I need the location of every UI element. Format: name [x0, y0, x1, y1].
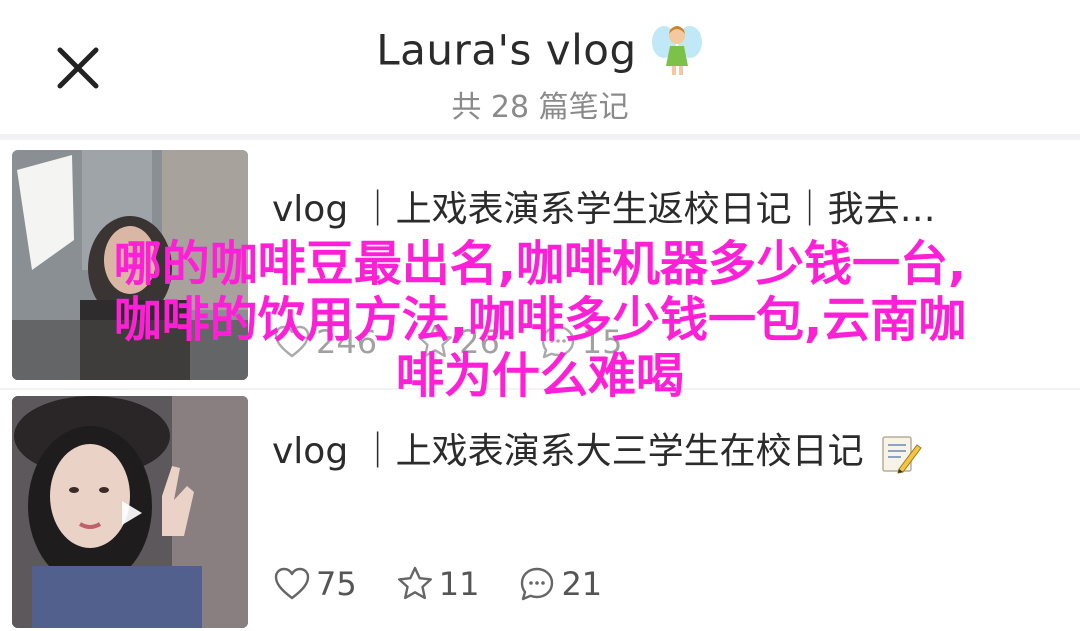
star-count: 11	[438, 565, 480, 603]
play-icon[interactable]	[119, 498, 145, 528]
comment-icon	[521, 567, 554, 601]
title-row: Laura's vlog	[0, 22, 1080, 82]
note-count: 共 28 篇笔记	[451, 90, 629, 125]
like-count: 75	[316, 565, 357, 603]
memo-emoji-icon	[882, 436, 922, 474]
page-title: Laura's vlog	[376, 25, 637, 75]
overlay-caption: 哪的咖啡豆最出名,咖啡机器多少钱一台, 咖啡的饮用方法,咖啡多少钱一包,云南咖 …	[10, 236, 1070, 404]
overlay-line: 哪的咖啡豆最出名,咖啡机器多少钱一台,	[113, 236, 967, 292]
comment-button[interactable]: 21	[517, 564, 602, 604]
fairy-emoji-icon	[651, 26, 702, 75]
comment-count: 21	[561, 565, 603, 603]
overlay-line: 咖啡的饮用方法,咖啡多少钱一包,云南咖	[113, 292, 967, 348]
post-title-text: vlog ｜上戏表演系大三学生在校日记	[272, 431, 864, 472]
post-title[interactable]: vlog ｜上戏表演系大三学生在校日记	[272, 422, 1052, 475]
notes-sheet: Laura's vlog 共 28 篇笔记 vlog ｜上戏表演系学生返校日记｜…	[0, 0, 1080, 631]
post-title[interactable]: vlog ｜上戏表演系学生返校日记｜我去…	[272, 180, 1052, 232]
heart-icon	[274, 567, 310, 600]
header: Laura's vlog 共 28 篇笔记	[0, 0, 1080, 134]
like-button[interactable]: 75	[272, 564, 357, 604]
post-stats: 75 11 21	[272, 562, 640, 606]
post-card[interactable]: vlog ｜上戏表演系大三学生在校日记 75 11 21	[0, 390, 1080, 631]
star-icon	[397, 566, 432, 600]
star-button[interactable]: 11	[395, 564, 480, 604]
overlay-line: 啡为什么难喝	[395, 348, 684, 404]
post-thumbnail[interactable]	[12, 396, 248, 628]
